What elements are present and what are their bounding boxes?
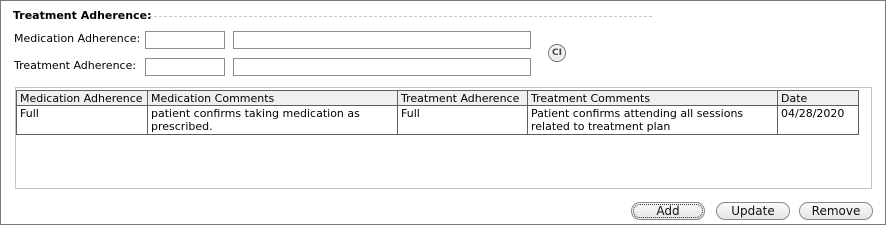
column-header-medication-adherence[interactable]: Medication Adherence [16, 90, 148, 106]
cell-treatment-adherence: Full [397, 105, 528, 135]
column-header-treatment-comments[interactable]: Treatment Comments [527, 90, 778, 106]
table-row[interactable]: Full patient confirms taking medication … [16, 105, 859, 135]
medication-comments-input[interactable] [233, 31, 531, 49]
cell-medication-comments: patient confirms taking medication as pr… [147, 105, 398, 135]
update-button[interactable]: Update [716, 202, 790, 220]
add-button[interactable]: Add [631, 202, 705, 220]
adherence-grid: Medication Adherence Medication Comments… [15, 87, 872, 189]
treatment-adherence-label: Treatment Adherence: [14, 59, 137, 72]
adherence-table: Medication Adherence Medication Comments… [16, 90, 859, 135]
cell-medication-adherence: Full [16, 105, 148, 135]
cell-treatment-comments: Patient confirms attending all sessions … [527, 105, 778, 135]
column-header-date[interactable]: Date [777, 90, 859, 106]
column-header-treatment-adherence[interactable]: Treatment Adherence [397, 90, 528, 106]
treatment-adherence-input[interactable] [145, 58, 225, 76]
section-title: Treatment Adherence: [13, 9, 152, 22]
ci-button[interactable]: CI [548, 44, 566, 62]
medication-adherence-label: Medication Adherence: [14, 32, 141, 45]
medication-adherence-input[interactable] [145, 31, 225, 49]
cell-date: 04/28/2020 [777, 105, 859, 135]
section-divider [144, 16, 652, 17]
table-header-row: Medication Adherence Medication Comments… [16, 90, 859, 106]
treatment-adherence-panel: Treatment Adherence: Medication Adherenc… [0, 0, 886, 225]
remove-button[interactable]: Remove [799, 202, 873, 220]
column-header-medication-comments[interactable]: Medication Comments [147, 90, 398, 106]
treatment-comments-input[interactable] [233, 58, 531, 76]
